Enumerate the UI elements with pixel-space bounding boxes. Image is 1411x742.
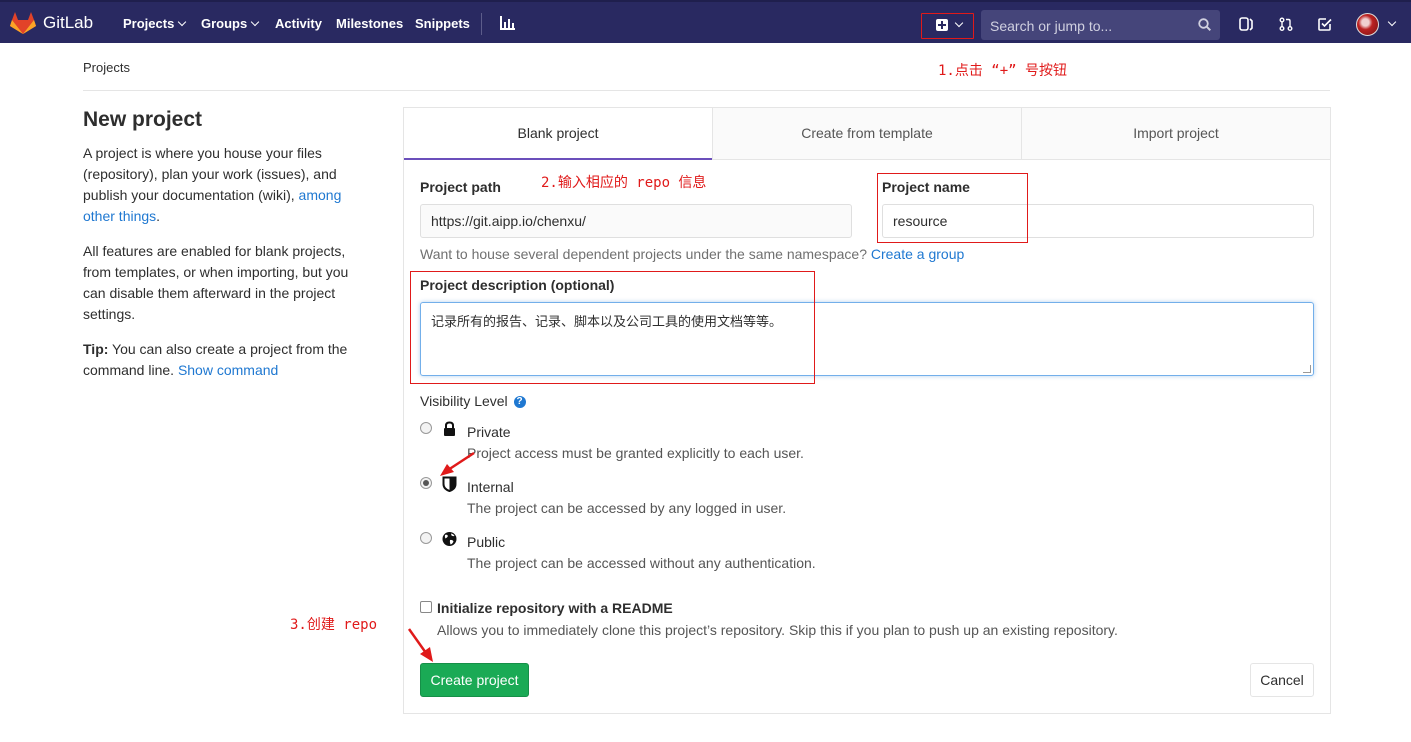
question-circle-icon[interactable]: ? bbox=[513, 396, 526, 409]
plus-square-icon bbox=[936, 19, 948, 31]
visibility-private-label: Private bbox=[467, 424, 511, 440]
visibility-private-desc: Project access must be granted explicitl… bbox=[467, 445, 804, 461]
show-command-link[interactable]: Show command bbox=[178, 362, 278, 378]
annotation-step1: 1.点击 “+” 号按钮 bbox=[938, 63, 1068, 79]
chevron-down-icon bbox=[250, 17, 260, 27]
tab-blank-project[interactable]: Blank project bbox=[404, 108, 712, 160]
tab-create-from-template[interactable]: Create from template bbox=[713, 108, 1021, 160]
radio-private[interactable] bbox=[420, 422, 432, 434]
annotation-arrow-internal bbox=[440, 451, 475, 476]
breadcrumb[interactable]: Projects bbox=[83, 60, 130, 75]
search-placeholder: Search or jump to... bbox=[990, 18, 1113, 34]
create-group-link[interactable]: Create a group bbox=[871, 246, 964, 262]
lock-icon bbox=[444, 421, 455, 436]
visibility-label: Visibility Level ? bbox=[420, 393, 526, 409]
visibility-internal-label: Internal bbox=[467, 479, 514, 495]
search-icon bbox=[1198, 18, 1211, 31]
visibility-public-label: Public bbox=[467, 534, 506, 550]
tab-import-project[interactable]: Import project bbox=[1022, 108, 1330, 160]
nav-groups[interactable]: Groups bbox=[201, 16, 260, 31]
tip-label: Tip: bbox=[83, 341, 109, 357]
readme-desc: Allows you to immediately clone this pro… bbox=[437, 622, 1118, 638]
annotation-step3: 3.创建 repo bbox=[290, 617, 378, 633]
chevron-down-icon bbox=[178, 17, 187, 27]
user-avatar[interactable] bbox=[1356, 13, 1379, 36]
todo-icon[interactable] bbox=[1318, 17, 1332, 31]
intro-text: A project is where you house your files … bbox=[83, 145, 342, 224]
radio-public[interactable] bbox=[420, 532, 432, 544]
tanuki-icon bbox=[10, 12, 36, 34]
annotation-box-project-name bbox=[877, 173, 1028, 243]
annotation-arrow-create bbox=[407, 628, 433, 662]
nav-projects[interactable]: Projects bbox=[123, 16, 187, 31]
project-tabs: Blank project Create from template Impor… bbox=[404, 108, 1330, 160]
new-dropdown-button[interactable] bbox=[921, 13, 974, 39]
cancel-button[interactable]: Cancel bbox=[1250, 663, 1314, 697]
readme-label[interactable]: Initialize repository with a README bbox=[437, 600, 673, 616]
visibility-public-desc: The project can be accessed without any … bbox=[467, 555, 816, 571]
issues-icon[interactable] bbox=[1239, 17, 1253, 31]
search-input[interactable]: Search or jump to... bbox=[981, 10, 1220, 40]
project-path-field[interactable]: https://git.aipp.io/chenxu/ bbox=[420, 204, 852, 238]
create-project-button[interactable]: Create project bbox=[420, 663, 529, 697]
app-name: GitLab bbox=[43, 13, 94, 32]
chevron-down-icon bbox=[954, 18, 964, 28]
project-path-label: Project path bbox=[420, 179, 501, 195]
nav-snippets[interactable]: Snippets bbox=[415, 16, 470, 31]
gitlab-logo[interactable]: GitLab bbox=[10, 11, 93, 35]
globe-icon bbox=[442, 532, 457, 546]
resize-handle[interactable] bbox=[1303, 365, 1311, 373]
page-title: New project bbox=[83, 108, 203, 131]
nav-divider bbox=[481, 13, 482, 35]
breadcrumb-divider bbox=[83, 90, 1330, 91]
group-help-text: Want to house several dependent projects… bbox=[420, 246, 965, 262]
merge-request-icon[interactable] bbox=[1279, 17, 1293, 31]
visibility-internal-desc: The project can be accessed by any logge… bbox=[467, 500, 787, 516]
nav-milestones[interactable]: Milestones bbox=[336, 16, 403, 31]
chart-icon[interactable] bbox=[500, 16, 515, 30]
chevron-down-icon[interactable] bbox=[1387, 17, 1397, 27]
annotation-box-description bbox=[410, 271, 815, 384]
features-text: All features are enabled for blank proje… bbox=[83, 243, 349, 322]
readme-checkbox[interactable] bbox=[420, 601, 432, 613]
radio-internal[interactable] bbox=[420, 477, 432, 489]
tip-text: Tip: You can also create a project from … bbox=[83, 341, 348, 378]
shield-icon bbox=[442, 476, 457, 492]
top-navbar: GitLab Projects Groups Activity Mileston… bbox=[0, 0, 1411, 43]
nav-activity[interactable]: Activity bbox=[275, 16, 322, 31]
